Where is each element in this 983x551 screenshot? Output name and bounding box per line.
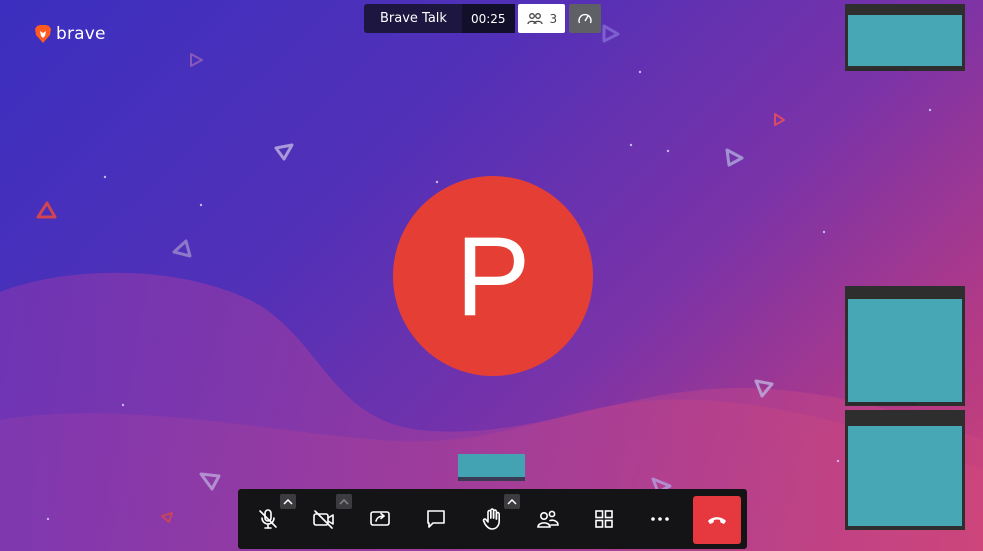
camera-options-toggle[interactable] [336, 494, 352, 509]
participant-thumbnail-2[interactable] [845, 286, 965, 406]
more-actions-button[interactable] [634, 489, 686, 549]
more-icon [651, 517, 669, 521]
chevron-up-icon [339, 498, 349, 505]
chat-icon [427, 510, 445, 528]
share-screen-button[interactable] [354, 489, 406, 549]
screen-share-icon [370, 511, 390, 526]
grid-icon [595, 510, 613, 528]
speedometer-icon [578, 13, 592, 23]
speaker-avatar: P [393, 176, 593, 376]
participant-thumbnail-3[interactable] [845, 410, 965, 530]
chat-button[interactable] [410, 489, 462, 549]
tile-view-button[interactable] [578, 489, 630, 549]
brave-logo-text: brave [56, 24, 106, 44]
chevron-up-icon [507, 498, 517, 505]
room-name: Brave Talk [380, 11, 447, 26]
brave-logo: brave [34, 24, 106, 44]
speaker-initial: P [455, 213, 531, 339]
video-stage: brave Brave Talk 00:25 3 P [0, 0, 983, 551]
participant-count: 3 [549, 11, 558, 26]
call-timer: 00:25 [461, 4, 515, 33]
reactions-options-toggle[interactable] [504, 494, 520, 509]
connection-quality-button[interactable] [569, 4, 602, 33]
meeting-info-bar: Brave Talk 00:25 3 [364, 4, 602, 33]
participants-icon [537, 510, 559, 528]
hand-icon [482, 508, 500, 530]
participants-icon [526, 12, 543, 24]
camera-off-icon [313, 510, 334, 529]
leave-call-button[interactable] [693, 496, 741, 544]
chevron-up-icon [283, 498, 293, 505]
mic-off-icon [259, 509, 277, 529]
call-toolbar [238, 489, 747, 549]
local-video-preview[interactable] [458, 454, 525, 481]
brave-lion-icon [35, 25, 51, 43]
participants-count-button[interactable]: 3 [517, 4, 566, 33]
room-info: Brave Talk 00:25 [364, 4, 515, 33]
participants-panel-button[interactable] [522, 489, 574, 549]
hangup-icon [708, 517, 726, 524]
microphone-options-toggle[interactable] [280, 494, 296, 509]
participant-thumbnail-1[interactable] [845, 4, 965, 71]
